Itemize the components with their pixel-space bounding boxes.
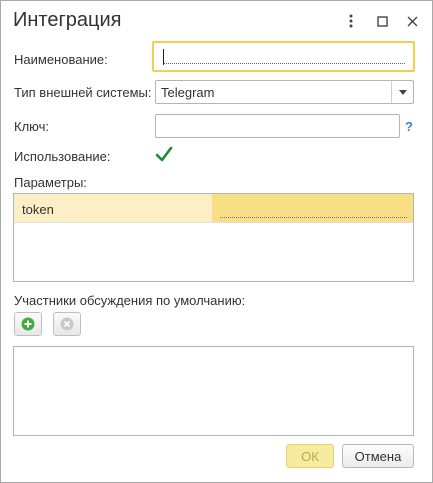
integration-dialog: Интеграция Наименование: Тип внешней сис… bbox=[0, 0, 433, 483]
ok-button[interactable]: ОК bbox=[286, 444, 334, 468]
input-underline bbox=[220, 217, 407, 218]
params-table: token bbox=[13, 193, 414, 282]
cancel-button[interactable]: Отмена bbox=[342, 444, 414, 468]
add-icon bbox=[21, 317, 35, 331]
maximize-icon[interactable] bbox=[372, 11, 392, 31]
param-name-cell[interactable]: token bbox=[14, 194, 212, 222]
close-icon[interactable] bbox=[402, 11, 422, 31]
system-type-select[interactable]: Telegram bbox=[155, 80, 414, 104]
dropdown-arrow-icon[interactable] bbox=[391, 81, 413, 103]
key-input[interactable] bbox=[155, 114, 400, 138]
participants-list[interactable] bbox=[13, 346, 414, 436]
remove-participant-button[interactable] bbox=[53, 312, 81, 336]
checkmark-icon bbox=[155, 146, 173, 162]
system-type-label: Тип внешней системы: bbox=[14, 85, 152, 100]
row-divider bbox=[14, 222, 413, 223]
usage-checkbox[interactable] bbox=[155, 146, 173, 164]
name-label: Наименование: bbox=[14, 52, 108, 67]
help-icon[interactable]: ? bbox=[405, 119, 413, 134]
participants-label: Участники обсуждения по умолчанию: bbox=[14, 293, 246, 308]
add-participant-button[interactable] bbox=[14, 312, 42, 336]
name-input[interactable] bbox=[152, 41, 415, 72]
remove-icon bbox=[60, 317, 74, 331]
table-row[interactable]: token bbox=[14, 194, 413, 222]
dialog-title: Интеграция bbox=[13, 9, 122, 31]
more-vertical-icon[interactable] bbox=[341, 11, 361, 31]
param-value-cell[interactable] bbox=[212, 194, 413, 222]
system-type-value: Telegram bbox=[161, 85, 215, 100]
key-label: Ключ: bbox=[14, 119, 50, 134]
params-label: Параметры: bbox=[14, 175, 87, 190]
usage-label: Использование: bbox=[14, 149, 111, 164]
input-underline bbox=[164, 63, 405, 64]
